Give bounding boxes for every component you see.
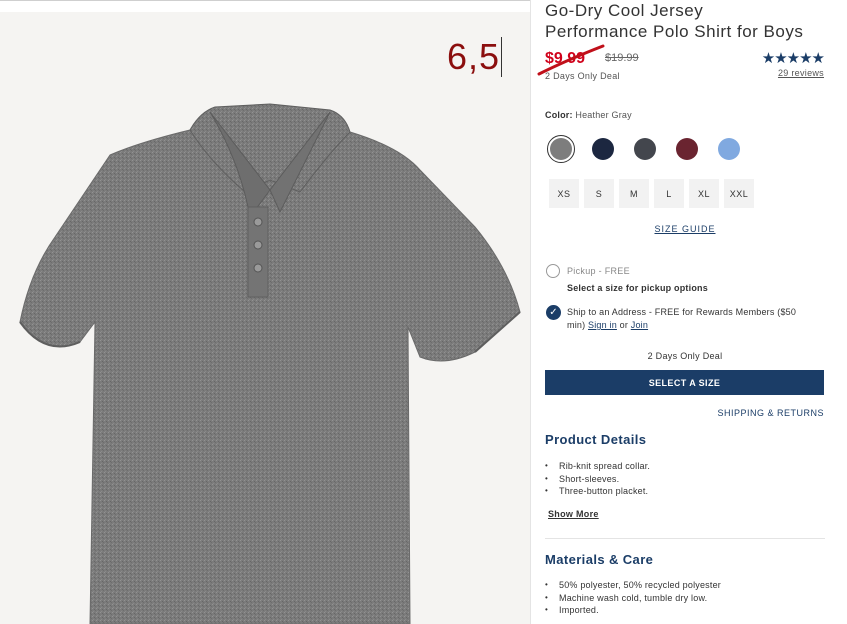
swatch-charcoal[interactable]: [631, 135, 659, 163]
show-more-link[interactable]: Show More: [548, 509, 599, 519]
swatch-burgundy[interactable]: [673, 135, 701, 163]
sign-in-link[interactable]: Sign in: [588, 320, 617, 330]
list-item: Imported.: [545, 604, 721, 617]
color-swatches: [547, 135, 743, 163]
size-xl[interactable]: XL: [689, 179, 719, 208]
ship-text-2: min): [567, 320, 586, 330]
pickup-note: Select a size for pickup options: [567, 283, 708, 293]
size-options: XS S M L XL XXL: [549, 179, 754, 208]
color-label-row: Color: Heather Gray: [545, 110, 632, 120]
polo-shirt-image: [19, 103, 521, 624]
list-item: Three-button placket.: [545, 485, 650, 498]
size-guide-link[interactable]: SIZE GUIDE: [545, 224, 825, 234]
swatch-navy[interactable]: [589, 135, 617, 163]
product-details-heading[interactable]: Product Details: [545, 432, 646, 447]
swatch-heather-gray[interactable]: [547, 135, 575, 163]
join-link[interactable]: Join: [631, 320, 648, 330]
star-icon: ★: [811, 50, 825, 67]
rating-stars: ★★★★★: [761, 49, 825, 67]
section-divider: [545, 538, 825, 539]
select-size-button[interactable]: SELECT A SIZE: [545, 370, 824, 395]
materials-heading[interactable]: Materials & Care: [545, 552, 653, 567]
pane-divider: [530, 0, 531, 624]
list-item: Rib-knit spread collar.: [545, 460, 650, 473]
product-image[interactable]: [0, 12, 530, 624]
swatch-light-blue[interactable]: [715, 135, 743, 163]
star-icon: ★: [799, 50, 812, 67]
size-xs[interactable]: XS: [549, 179, 579, 208]
ship-text-1: Ship to an Address - FREE for Rewards Me…: [567, 307, 797, 317]
list-item: 50% polyester, 50% recycled polyester: [545, 579, 721, 592]
product-info-panel: Go-Dry Cool Jersey Performance Polo Shir…: [537, 0, 830, 624]
pickup-radio[interactable]: [546, 264, 560, 278]
original-price: $19.99: [605, 52, 639, 64]
deal-label-mid: 2 Days Only Deal: [647, 351, 723, 361]
product-details-list: Rib-knit spread collar. Short-sleeves. T…: [545, 460, 650, 498]
product-title: Go-Dry Cool Jersey Performance Polo Shir…: [545, 0, 830, 42]
color-label: Color:: [545, 110, 573, 120]
list-item: Machine wash cold, tumble dry low.: [545, 592, 721, 605]
size-xxl[interactable]: XXL: [724, 179, 754, 208]
reviews-link[interactable]: 29 reviews: [778, 68, 824, 78]
annotation-text: 6,5: [447, 36, 501, 77]
product-title-line1: Go-Dry Cool Jersey: [545, 1, 704, 20]
pickup-label: Pickup - FREE: [567, 266, 630, 276]
size-l[interactable]: L: [654, 179, 684, 208]
top-border: [0, 0, 530, 1]
list-item: Short-sleeves.: [545, 473, 650, 486]
shipping-returns-link[interactable]: SHIPPING & RETURNS: [717, 408, 824, 418]
ship-radio-checked[interactable]: ✓: [546, 305, 561, 320]
selected-color: Heather Gray: [575, 110, 632, 120]
star-icon: ★: [774, 50, 787, 67]
star-icon: ★: [786, 50, 800, 67]
star-icon: ★: [761, 50, 775, 67]
ship-label: Ship to an Address - FREE for Rewards Me…: [567, 306, 827, 332]
materials-list: 50% polyester, 50% recycled polyester Ma…: [545, 579, 721, 617]
deal-label: 2 Days Only Deal: [545, 71, 620, 81]
size-m[interactable]: M: [619, 179, 649, 208]
text-caret: [501, 37, 502, 77]
size-s[interactable]: S: [584, 179, 614, 208]
check-icon: ✓: [549, 307, 558, 318]
or-text: or: [619, 320, 629, 330]
